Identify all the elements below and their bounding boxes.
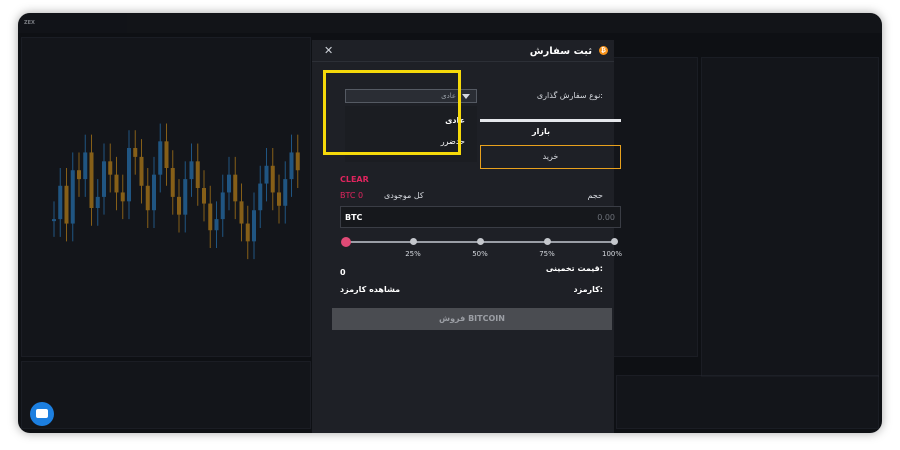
app-window: ZEX ₿ ثبت سفارش ✕ نوع سفارش گذاری: عادی … xyxy=(18,13,882,433)
candle-body xyxy=(127,148,131,202)
modal-title: ثبت سفارش xyxy=(529,46,592,57)
candle-body xyxy=(102,161,106,197)
close-icon[interactable]: ✕ xyxy=(324,44,333,57)
chat-button[interactable] xyxy=(30,402,54,426)
candle-body xyxy=(120,192,125,202)
candle-body xyxy=(108,161,113,175)
candle-body xyxy=(177,196,181,215)
percent-25: 25% xyxy=(405,250,421,258)
candle-body xyxy=(264,165,269,184)
balance-value: BTC 0 xyxy=(340,191,364,200)
percent-75: 75% xyxy=(539,250,555,258)
order-type-value: عادی xyxy=(441,92,456,100)
candle-body xyxy=(64,185,69,224)
buy-label: خرید xyxy=(542,152,559,161)
slider-knob-75[interactable] xyxy=(543,238,551,245)
option-normal[interactable]: عادی xyxy=(445,116,465,125)
candle-body xyxy=(164,141,169,168)
fee-label: کارمزد: xyxy=(573,285,604,294)
candle-body xyxy=(114,174,119,193)
order-type-select[interactable]: عادی xyxy=(345,89,477,103)
chat-icon xyxy=(36,409,48,418)
input-value: 0.00 xyxy=(597,213,615,222)
candle-body xyxy=(295,152,300,171)
candle-body xyxy=(202,188,206,204)
input-currency: BTC xyxy=(345,213,363,222)
orders-panel xyxy=(21,361,311,429)
candle-body xyxy=(158,141,163,175)
amount-slider[interactable] xyxy=(341,237,618,247)
tab-market-indicator xyxy=(480,119,621,122)
candle-body xyxy=(233,174,238,202)
candle-body xyxy=(227,174,231,193)
candle-body xyxy=(208,203,213,231)
slider-knob-100[interactable] xyxy=(610,238,618,245)
candle-body xyxy=(95,196,100,208)
balance-label: کل موجودی xyxy=(384,191,424,200)
fee-link[interactable]: مشاهده کارمزد xyxy=(340,285,400,294)
top-bar: ZEX xyxy=(18,13,882,33)
candle-body xyxy=(170,168,175,197)
candle-body xyxy=(133,148,138,157)
estimated-price-value: 0 xyxy=(340,268,346,277)
candle-body xyxy=(58,185,63,220)
slider-knob-25[interactable] xyxy=(409,238,417,245)
amount-input[interactable]: BTC 0.00 xyxy=(340,206,621,228)
candle-body xyxy=(220,192,225,220)
candle-body xyxy=(89,152,94,208)
depth-chart-panel xyxy=(616,375,879,429)
chart-panel xyxy=(21,37,311,357)
slider-knob-50[interactable] xyxy=(476,238,484,245)
candle-body xyxy=(239,201,244,224)
candle-body xyxy=(252,210,256,242)
candle-body xyxy=(183,179,188,215)
candle-body xyxy=(83,152,88,180)
clear-button[interactable]: CLEAR xyxy=(340,175,369,184)
chevron-down-icon xyxy=(462,94,470,99)
price-chart xyxy=(52,123,300,260)
candle-body xyxy=(289,152,294,180)
candle-body xyxy=(70,170,75,224)
candle-body xyxy=(245,223,250,242)
candle-body xyxy=(145,185,150,211)
volume-label: حجم xyxy=(587,191,603,200)
candle-body xyxy=(258,183,263,211)
candle-body xyxy=(214,219,219,231)
order-type-dropdown: عادی حدضرر xyxy=(345,106,477,162)
candle-body xyxy=(152,174,156,211)
percent-50: 50% xyxy=(472,250,488,258)
estimated-price-label: قیمت تخمینی: xyxy=(545,264,603,273)
tab-market[interactable]: بازار xyxy=(532,127,550,136)
percent-100: 100% xyxy=(601,250,623,258)
order-type-label: نوع سفارش گذاری: xyxy=(536,91,603,100)
sell-button[interactable]: فروش BITCOIN xyxy=(332,308,612,330)
candle-body xyxy=(195,161,200,188)
candle-body xyxy=(52,219,56,222)
market-panel xyxy=(701,57,879,377)
order-modal: ₿ ثبت سفارش ✕ نوع سفارش گذاری: عادی عادی… xyxy=(312,40,622,433)
modal-header: ₿ ثبت سفارش ✕ xyxy=(312,40,614,62)
buy-toggle-button[interactable]: خرید xyxy=(480,145,621,169)
bitcoin-icon: ₿ xyxy=(599,46,608,55)
candle-body xyxy=(270,165,275,193)
candle-body xyxy=(277,192,281,206)
candle-body xyxy=(77,170,81,180)
candle-body xyxy=(189,161,194,180)
candle-body xyxy=(139,156,144,186)
option-stop-loss[interactable]: حدضرر xyxy=(441,137,465,146)
slider-knob-0[interactable] xyxy=(341,237,351,247)
candle-body xyxy=(283,179,288,206)
